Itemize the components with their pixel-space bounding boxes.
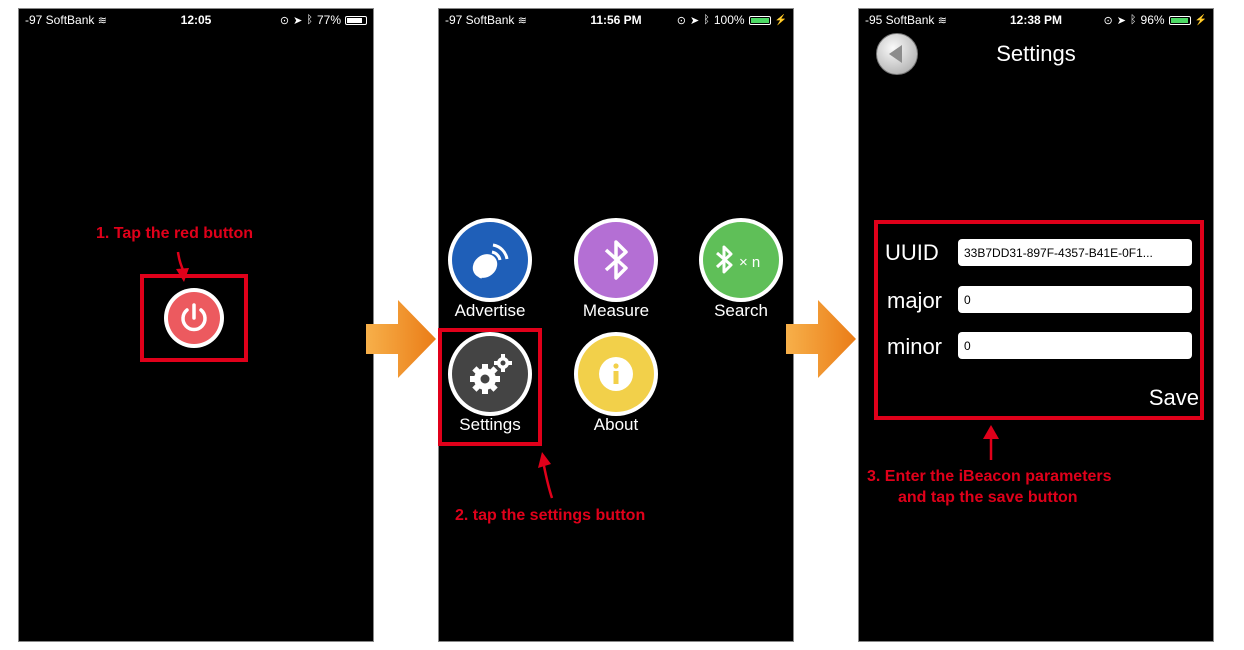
orientation-lock-icon: ⊙ [279, 14, 290, 27]
search-multiplier-text: × n [739, 254, 760, 271]
highlight-box-settings [438, 328, 542, 446]
orientation-lock-icon: ⊙ [1103, 14, 1113, 27]
menu-item-about[interactable]: About [570, 332, 662, 435]
bluetooth-status-icon: ᛒ [703, 14, 710, 26]
caption-step-3-line-1: 3. Enter the iBeacon parameters [867, 468, 1112, 485]
menu-label-about: About [593, 415, 639, 434]
menu-item-advertise[interactable]: Advertise [444, 218, 536, 321]
location-icon: ➤ [1116, 14, 1126, 27]
caption-step-1: 1. Tap the red button [96, 225, 254, 242]
bluetooth-x-n-icon: × n [715, 245, 760, 274]
battery-icon [1168, 15, 1191, 25]
location-icon: ➤ [690, 14, 700, 27]
menu-item-search[interactable]: × n Search [695, 218, 787, 321]
pointer-arrow-step-3 [983, 425, 999, 460]
menu-item-measure[interactable]: Measure [570, 218, 662, 321]
battery-icon [345, 15, 367, 25]
caption-step-3-line-2: and tap the save button [898, 489, 1078, 506]
status-bar: -97 SoftBank ≋ 12:05 ⊙ ➤ ᛒ 77% [19, 9, 373, 31]
bluetooth-status-icon: ᛒ [306, 14, 313, 26]
charging-icon: ⚡ [774, 14, 787, 26]
battery-icon [748, 15, 771, 25]
battery-percent: 100% [713, 13, 745, 27]
bluetooth-status-icon: ᛒ [1129, 14, 1137, 26]
menu-label-advertise: Advertise [454, 301, 526, 320]
battery-percent: 96% [1140, 13, 1165, 27]
pointer-arrow-step-2 [538, 452, 554, 499]
status-bar: -97 SoftBank ≋ 11:56 PM ⊙ ➤ ᛒ 100% ⚡ [439, 9, 793, 31]
step-arrow-2-to-3 [786, 300, 856, 378]
bluetooth-icon [604, 240, 628, 280]
caption-step-2: 2. tap the settings button [455, 507, 646, 524]
highlight-box-form [874, 220, 1204, 420]
highlight-box-power [140, 274, 248, 362]
orientation-lock-icon: ⊙ [676, 14, 687, 27]
info-icon [599, 357, 633, 391]
satellite-dish-icon [472, 243, 509, 279]
page-title: Settings [996, 41, 1076, 66]
menu-label-measure: Measure [582, 301, 650, 320]
status-bar: -95 SoftBank ≋ 12:38 PM ⊙ ➤ ᛒ 96% ⚡ [859, 9, 1213, 31]
battery-percent: 77% [316, 13, 341, 27]
location-icon: ➤ [293, 14, 303, 27]
pointer-arrow-step-1 [176, 251, 189, 282]
step-arrow-1-to-2 [366, 300, 436, 378]
menu-label-search: Search [714, 301, 768, 320]
charging-icon: ⚡ [1194, 14, 1207, 26]
screen-menu: -97 SoftBank ≋ 11:56 PM ⊙ ➤ ᛒ 100% ⚡ [438, 8, 794, 642]
